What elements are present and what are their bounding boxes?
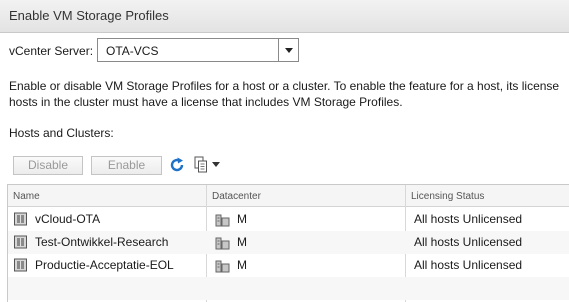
dialog-title: Enable VM Storage Profiles	[9, 8, 169, 23]
copy-dropdown-chevron-icon[interactable]	[212, 162, 220, 167]
vcenter-label: vCenter Server:	[9, 44, 94, 58]
hosts-clusters-table: Name Datacenter Licensing Status vCloud-…	[7, 184, 569, 302]
table-row[interactable]: vCloud-OTA M All hosts Unlicensed	[8, 208, 569, 231]
column-header-datacenter[interactable]: Datacenter	[212, 191, 261, 202]
hosts-and-clusters-label: Hosts and Clusters:	[9, 126, 114, 140]
row-datacenter: M	[237, 235, 247, 249]
disable-button[interactable]: Disable	[13, 156, 83, 175]
description: Enable or disable VM Storage Profiles fo…	[9, 78, 569, 110]
cluster-icon	[14, 235, 27, 249]
datacenter-icon	[215, 260, 230, 273]
description-line-1: Enable or disable VM Storage Profiles fo…	[9, 79, 560, 93]
table-row[interactable]: Productie-Acceptatie-EOL M All hosts Unl…	[8, 254, 569, 277]
enable-button[interactable]: Enable	[91, 156, 162, 175]
column-header-licensing-status[interactable]: Licensing Status	[411, 191, 484, 202]
copy-icon[interactable]	[194, 156, 208, 174]
description-line-2: hosts in the cluster must have a license…	[9, 95, 403, 109]
row-datacenter: M	[237, 212, 247, 226]
cluster-icon	[14, 258, 27, 272]
refresh-icon[interactable]	[168, 156, 186, 174]
table-row[interactable]: Test-Ontwikkel-Research M All hosts Unli…	[8, 231, 569, 254]
row-datacenter: M	[237, 258, 247, 272]
chevron-down-icon[interactable]	[278, 39, 298, 61]
cluster-icon	[14, 212, 27, 226]
row-licensing-status: All hosts Unlicensed	[414, 258, 523, 272]
table-header: Name Datacenter Licensing Status	[8, 185, 569, 207]
row-name: vCloud-OTA	[35, 212, 101, 226]
vcenter-selected-value: OTA-VCS	[106, 44, 159, 58]
row-licensing-status: All hosts Unlicensed	[414, 235, 523, 249]
datacenter-icon	[215, 237, 230, 250]
row-licensing-status: All hosts Unlicensed	[414, 212, 523, 226]
row-name: Productie-Acceptatie-EOL	[35, 258, 174, 272]
datacenter-icon	[215, 214, 230, 227]
table-row-empty	[8, 277, 569, 300]
dialog-titlebar: Enable VM Storage Profiles	[0, 0, 569, 33]
row-name: Test-Ontwikkel-Research	[35, 235, 169, 249]
vcenter-server-select[interactable]: OTA-VCS	[97, 38, 299, 62]
column-header-name[interactable]: Name	[13, 191, 40, 202]
